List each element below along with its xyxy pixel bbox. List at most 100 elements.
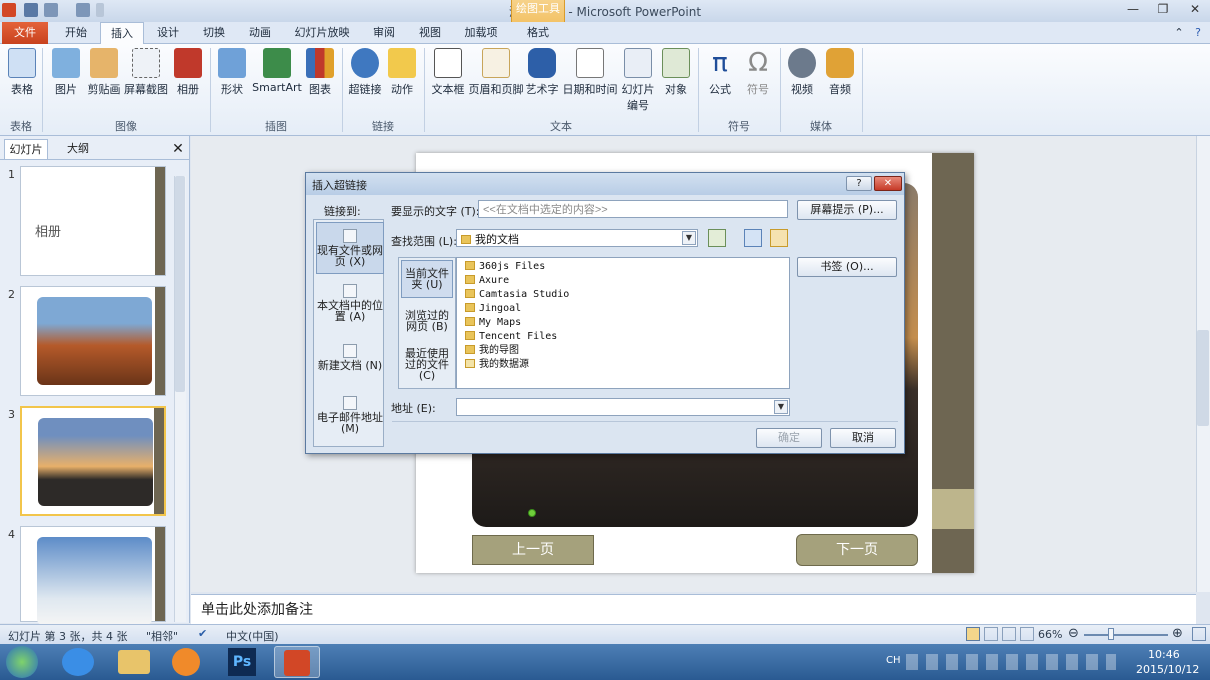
display-text-input[interactable]	[478, 200, 788, 218]
list-item[interactable]: Jingoal	[465, 302, 521, 316]
wordart-button[interactable]: 艺术字	[524, 48, 560, 97]
tab-slideshow[interactable]: 幻灯片放映	[284, 22, 360, 44]
input-language[interactable]: CH	[886, 655, 901, 666]
next-page-button[interactable]: 下一页	[796, 534, 918, 566]
slide-thumbnail-3[interactable]	[20, 406, 166, 516]
list-item[interactable]: Tencent Files	[465, 330, 557, 344]
tab-review[interactable]: 审阅	[362, 22, 406, 44]
slide-number-button[interactable]: 幻灯片编号	[618, 48, 658, 113]
datetime-button[interactable]: 日期和时间	[562, 48, 618, 97]
ok-button[interactable]: 确定	[756, 428, 822, 448]
spellcheck-icon[interactable]: ✔	[198, 627, 207, 640]
tab-slides[interactable]: 幻灯片	[4, 139, 48, 159]
slide-thumbnail-1[interactable]: 相册	[20, 166, 166, 276]
tab-file[interactable]: 文件	[2, 22, 48, 44]
tab-transitions[interactable]: 切换	[192, 22, 236, 44]
screenshot-button[interactable]: 屏幕截图	[122, 48, 170, 97]
close-panel-icon[interactable]: ✕	[170, 139, 186, 159]
minimize-icon[interactable]: —	[1122, 2, 1144, 18]
tab-view[interactable]: 视图	[408, 22, 452, 44]
nav-existing-file[interactable]: 现有文件或网页 (X)	[316, 222, 384, 274]
hyperlink-button[interactable]: 超链接	[346, 48, 384, 97]
dialog-help-icon[interactable]: ?	[846, 176, 872, 191]
zoom-level[interactable]: 66%	[1038, 628, 1062, 641]
table-button[interactable]: 表格	[4, 48, 40, 97]
smartart-button[interactable]: SmartArt	[252, 48, 302, 94]
chevron-down-icon[interactable]: ▼	[774, 400, 788, 414]
up-folder-icon[interactable]	[708, 229, 726, 247]
address-input[interactable]: ▼	[456, 398, 790, 416]
help-icon[interactable]: ?	[1190, 22, 1206, 44]
chart-button[interactable]: 图表	[302, 48, 338, 97]
collapse-ribbon-icon[interactable]: ⌃	[1172, 22, 1186, 44]
list-item[interactable]: My Maps	[465, 316, 521, 330]
tab-design[interactable]: 设计	[146, 22, 190, 44]
tab-insert[interactable]: 插入	[100, 22, 144, 45]
action-button[interactable]: 动作	[384, 48, 420, 97]
tab-format[interactable]: 格式	[514, 22, 562, 44]
tray-icons[interactable]	[906, 654, 1116, 670]
sub-nav-browsed-pages[interactable]: 浏览过的网页 (B)	[401, 310, 453, 340]
slide-thumbnail-4[interactable]	[20, 526, 166, 625]
zoom-in-icon[interactable]: ⊕	[1172, 626, 1183, 641]
start-button[interactable]	[6, 646, 38, 678]
zoom-slider-handle[interactable]	[1108, 628, 1114, 640]
panel-scroll-thumb[interactable]	[175, 176, 185, 392]
object-button[interactable]: 对象	[658, 48, 694, 97]
album-button[interactable]: 相册	[170, 48, 206, 97]
hyperlink-button-label: 超链接	[348, 83, 382, 96]
rotate-handle[interactable]	[528, 509, 536, 517]
prev-page-button[interactable]: 上一页	[472, 535, 594, 565]
zoom-out-icon[interactable]: ⊖	[1068, 626, 1079, 641]
clipart-button[interactable]: 剪贴画	[84, 48, 124, 97]
tab-home[interactable]: 开始	[54, 22, 98, 44]
tab-animations[interactable]: 动画	[238, 22, 282, 44]
list-item[interactable]: 我的数据源	[465, 358, 529, 372]
slideshow-view-icon[interactable]	[1020, 627, 1034, 641]
picture-button[interactable]: 图片	[48, 48, 84, 97]
language[interactable]: 中文(中国)	[226, 628, 279, 644]
close-icon[interactable]: ✕	[1184, 2, 1206, 18]
dialog-close-icon[interactable]: ✕	[874, 176, 902, 191]
zoom-slider[interactable]	[1084, 634, 1168, 636]
powerpoint-taskbar-button[interactable]	[274, 646, 320, 678]
look-in-select[interactable]: 我的文档 ▼	[456, 229, 698, 247]
sorter-view-icon[interactable]	[984, 627, 998, 641]
sub-nav-recent-files[interactable]: 最近使用过的文件 (C)	[401, 348, 453, 386]
notes-pane[interactable]: 单击此处添加备注	[191, 594, 1196, 624]
photoshop-icon[interactable]: Ps	[228, 648, 256, 676]
screentip-button[interactable]: 屏幕提示 (P)...	[797, 200, 897, 220]
ie-icon[interactable]	[62, 648, 94, 676]
tab-addins[interactable]: 加载项	[454, 22, 508, 44]
list-item[interactable]: 我的导图	[465, 344, 519, 358]
nav-new-document[interactable]: 新建文档 (N)	[316, 344, 384, 384]
fit-slide-icon[interactable]	[1192, 627, 1206, 641]
shapes-button[interactable]: 形状	[214, 48, 250, 97]
tab-outline[interactable]: 大纲	[56, 139, 100, 159]
browse-file-icon[interactable]	[770, 229, 788, 247]
restore-icon[interactable]: ❐	[1152, 2, 1174, 18]
normal-view-icon[interactable]	[966, 627, 980, 641]
reading-view-icon[interactable]	[1002, 627, 1016, 641]
header-footer-button[interactable]: 页眉和页脚	[468, 48, 524, 97]
nav-email-address[interactable]: 电子邮件地址 (M)	[316, 396, 384, 446]
symbol-button[interactable]: Ω 符号	[740, 48, 776, 97]
sub-nav-current-folder[interactable]: 当前文件夹 (U)	[401, 260, 453, 298]
browse-web-icon[interactable]	[744, 229, 762, 247]
equation-button[interactable]: π 公式	[702, 48, 738, 97]
nav-place-in-document[interactable]: 本文档中的位置 (A)	[316, 284, 384, 334]
media-player-icon[interactable]	[172, 648, 200, 676]
list-item[interactable]: 360js Files	[465, 260, 545, 274]
file-list[interactable]: 360js Files Axure Camtasia Studio Jingoa…	[456, 257, 790, 389]
list-item[interactable]: Camtasia Studio	[465, 288, 569, 302]
video-button[interactable]: 视频	[784, 48, 820, 97]
audio-button[interactable]: 音频	[822, 48, 858, 97]
canvas-scroll-thumb[interactable]	[1197, 330, 1209, 426]
list-item[interactable]: Axure	[465, 274, 509, 288]
chevron-down-icon[interactable]: ▼	[682, 231, 696, 245]
explorer-icon[interactable]	[118, 650, 150, 674]
slide-thumbnail-2[interactable]	[20, 286, 166, 396]
textbox-button[interactable]: 文本框	[428, 48, 468, 97]
bookmark-button[interactable]: 书签 (O)...	[797, 257, 897, 277]
cancel-button[interactable]: 取消	[830, 428, 896, 448]
